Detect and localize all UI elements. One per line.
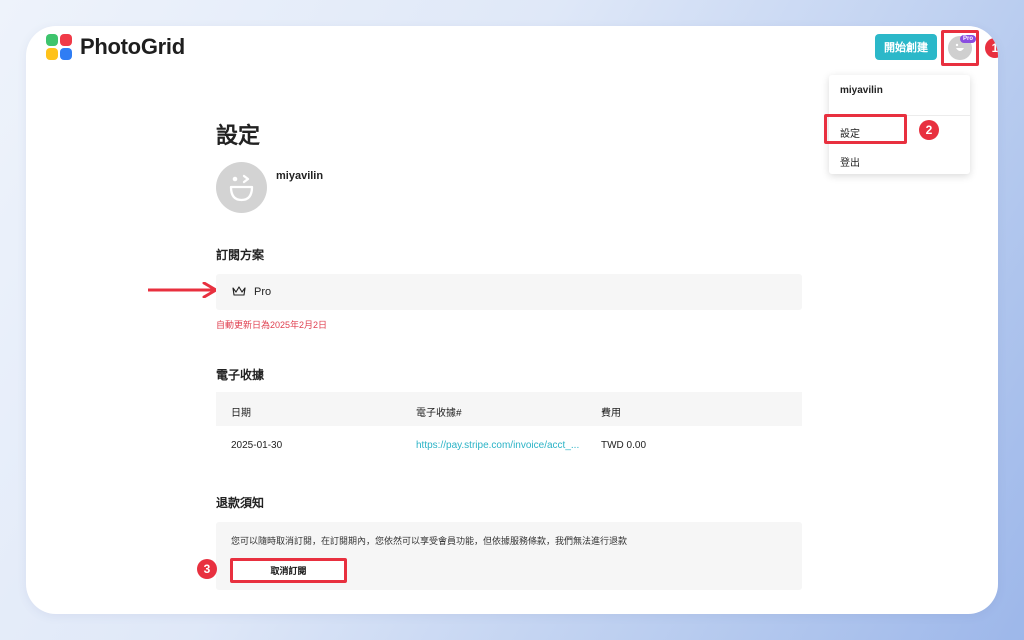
receipt-fee: TWD 0.00	[601, 440, 647, 451]
user-avatar-button[interactable]: Pro	[941, 30, 979, 66]
dropdown-item-settings[interactable]: 設定	[840, 125, 860, 140]
plan-name: Pro	[254, 286, 272, 298]
column-fee: 費用	[601, 408, 621, 419]
step-1-marker: 1	[985, 38, 998, 58]
receipt-link[interactable]: https://pay.stripe.com/invoice/acct_...	[416, 440, 579, 451]
receipts-heading: 電子收據	[216, 368, 265, 382]
dropdown-username: miyavilin	[840, 85, 883, 96]
cancel-subscription-button[interactable]: 取消訂閱	[230, 558, 347, 583]
crown-icon	[232, 286, 246, 296]
pro-badge: Pro	[959, 35, 976, 43]
user-dropdown-menu: miyavilin 設定 登出	[824, 75, 970, 174]
subscription-heading: 訂閱方案	[216, 248, 265, 262]
receipts-table-header: 日期 電子收據# 費用	[216, 392, 802, 426]
profile-avatar	[216, 162, 267, 213]
start-create-button[interactable]: 開始創建	[875, 34, 937, 60]
step-3-marker: 3	[197, 559, 217, 579]
photogrid-logo[interactable]: PhotoGrid	[46, 34, 185, 60]
pointer-arrow-icon	[148, 282, 218, 298]
refund-notice-text: 您可以隨時取消訂閱，在訂閱期內，您依然可以享受會員功能，但依據服務條款，我們無法…	[231, 536, 628, 546]
refund-notice-box: 您可以隨時取消訂閱，在訂閱期內，您依然可以享受會員功能，但依據服務條款，我們無法…	[216, 522, 802, 590]
settings-highlight-box	[824, 114, 907, 144]
renewal-date-text: 自動更新日為2025年2月2日	[216, 320, 328, 330]
column-date: 日期	[231, 408, 251, 419]
photogrid-logo-icon	[46, 34, 72, 60]
receipt-date: 2025-01-30	[231, 440, 283, 451]
logo-text: PhotoGrid	[80, 34, 185, 59]
smiley-face-icon	[229, 174, 254, 202]
app-window: PhotoGrid 開始創建 Pro 1 miyavilin 設定 登出 2 設…	[26, 26, 998, 614]
dropdown-item-logout[interactable]: 登出	[840, 154, 860, 169]
avatar: Pro	[948, 35, 976, 60]
refund-heading: 退款須知	[216, 496, 265, 510]
profile-username: miyavilin	[276, 170, 324, 182]
step-2-marker: 2	[919, 120, 939, 140]
column-receipt: 電子收據#	[416, 408, 462, 419]
page-title: 設定	[216, 123, 261, 148]
subscription-plan-row: Pro	[216, 274, 802, 310]
